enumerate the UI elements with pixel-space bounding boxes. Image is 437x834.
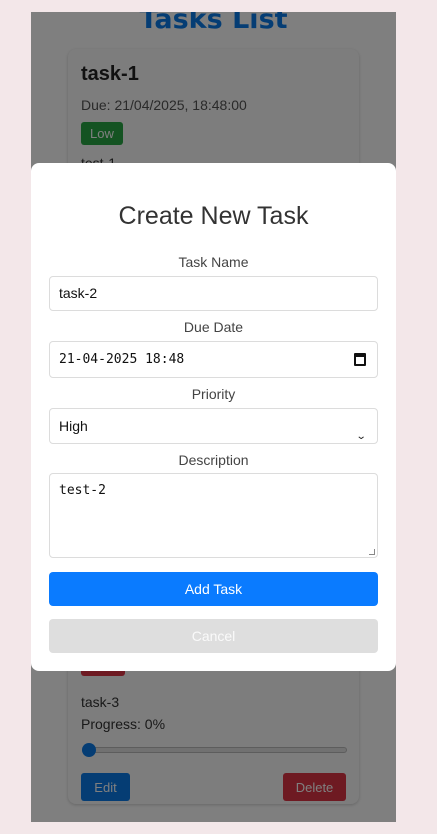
modal-title: Create New Task <box>118 202 309 230</box>
due-date-label: Due Date <box>183 319 244 335</box>
create-task-modal: Create New Task Task Name task-2 Due Dat… <box>31 163 396 671</box>
due-date-input[interactable]: 21-04-2025 18:48 <box>49 341 378 378</box>
due-date-value: 21-04-2025 18:48 <box>59 352 185 367</box>
description-label: Description <box>178 452 249 468</box>
task-name-input[interactable]: task-2 <box>49 276 378 311</box>
resize-handle-icon[interactable] <box>369 549 375 555</box>
task-name-label: Task Name <box>178 254 249 270</box>
chevron-down-icon: ⌄ <box>355 431 367 442</box>
calendar-icon[interactable] <box>354 353 366 366</box>
cancel-button[interactable]: Cancel <box>49 619 378 653</box>
priority-selected-value: High <box>59 418 88 434</box>
description-textarea[interactable]: test-2 <box>49 473 378 558</box>
priority-label: Priority <box>191 386 236 402</box>
description-value: test-2 <box>59 483 106 498</box>
priority-select[interactable]: High ⌄ <box>49 408 378 444</box>
add-task-button[interactable]: Add Task <box>49 572 378 606</box>
